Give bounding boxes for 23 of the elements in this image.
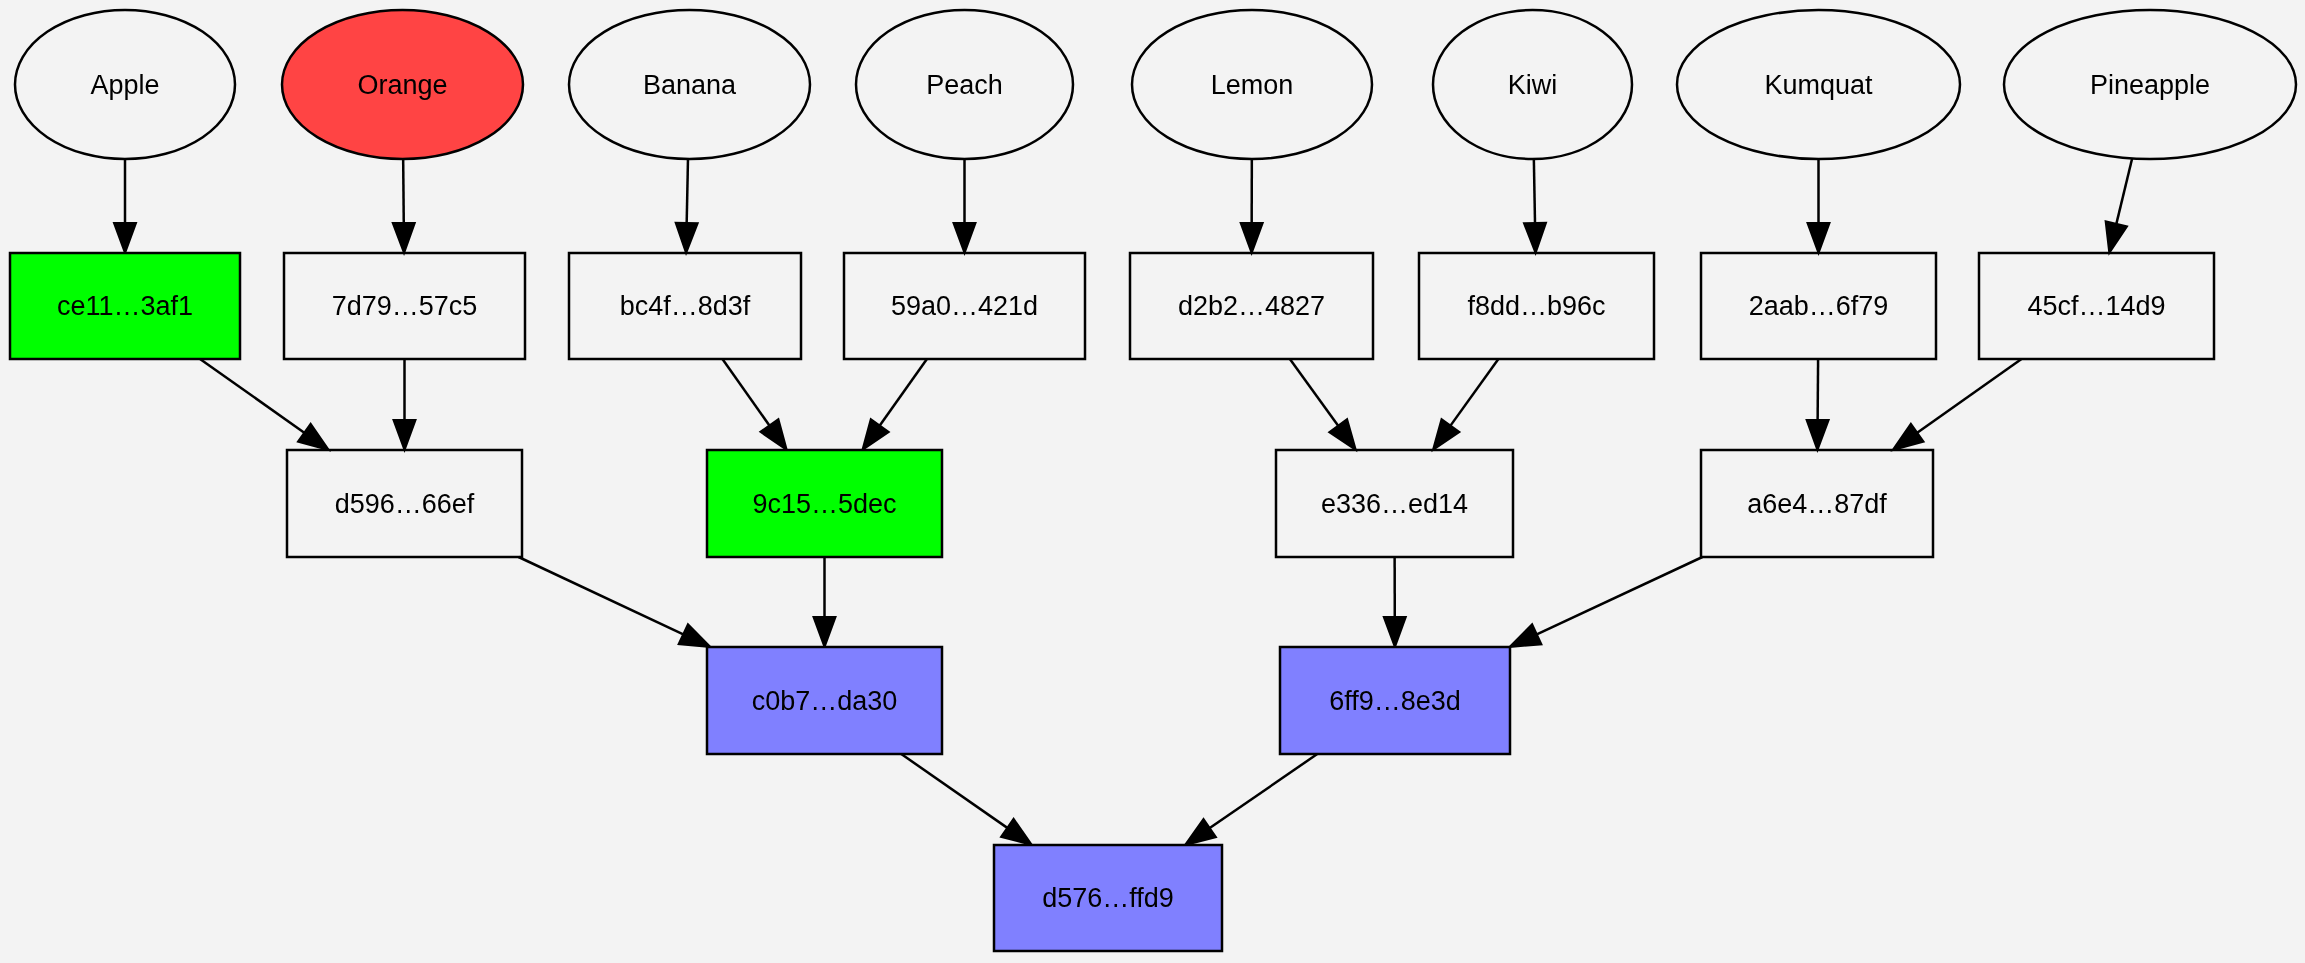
node-label: Banana bbox=[642, 69, 737, 100]
node-label: ce11…3af1 bbox=[56, 291, 194, 321]
node-label: 2aab…6f79 bbox=[1748, 291, 1889, 321]
node-label: d596…66ef bbox=[334, 488, 475, 519]
node-label: d576…ffd9 bbox=[1042, 883, 1174, 913]
node-label: f8dd…b96c bbox=[1467, 291, 1606, 321]
node-label: Peach bbox=[926, 69, 1003, 100]
node-label: 45cf…14d9 bbox=[2027, 291, 2166, 321]
node-label: d2b2…4827 bbox=[1177, 291, 1326, 321]
node-label: Kumquat bbox=[1764, 69, 1873, 100]
node-label: e336…ed14 bbox=[1320, 488, 1469, 519]
node-label: 9c15…5dec bbox=[752, 488, 897, 519]
node-label: bc4f…8d3f bbox=[619, 291, 751, 321]
node-label: c0b7…da30 bbox=[751, 685, 898, 716]
node-label: Lemon bbox=[1210, 69, 1294, 100]
node-label: Orange bbox=[357, 69, 448, 100]
node-label: 59a0…421d bbox=[890, 291, 1039, 321]
node-label: Pineapple bbox=[2089, 69, 2211, 100]
node-label: Apple bbox=[90, 69, 160, 100]
node-label: 7d79…57c5 bbox=[331, 291, 478, 321]
node-label: 6ff9…8e3d bbox=[1329, 685, 1461, 716]
node-label: a6e4…87df bbox=[1747, 488, 1887, 519]
node-label: Kiwi bbox=[1507, 69, 1558, 100]
